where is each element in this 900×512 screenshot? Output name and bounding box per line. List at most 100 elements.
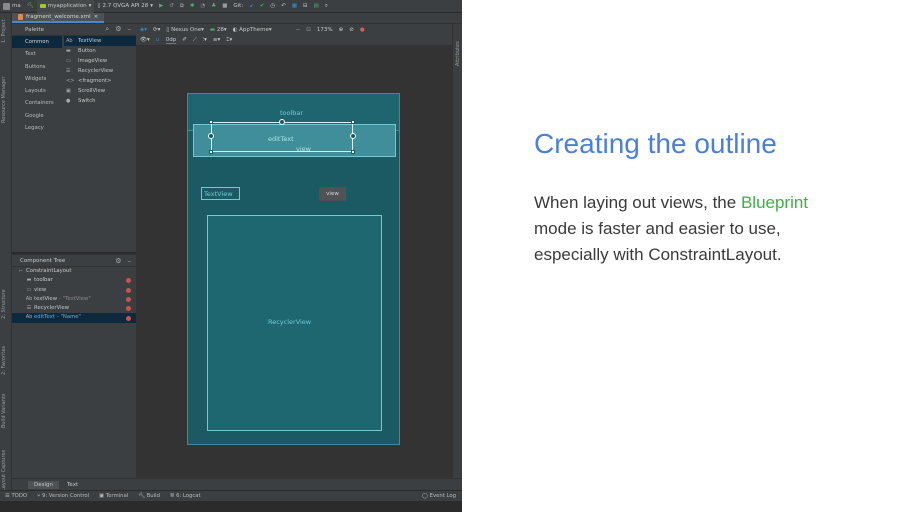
resize-handle[interactable] [351,150,355,154]
gear-icon[interactable]: ⚙ [115,257,121,265]
avd-manager-button[interactable]: ▤ [311,0,322,13]
autoconnect-icon[interactable]: ∪ [156,37,160,43]
palette-category-containers[interactable]: Containers [12,97,62,109]
version-control-tool-button[interactable]: ⑂ 9: Version Control [37,493,89,499]
palette-category-layouts[interactable]: Layouts [12,85,62,97]
search-icon[interactable]: ⌕ [105,25,109,34]
git-revert-button[interactable]: ↶ [278,0,289,13]
palette-item[interactable]: ▣ ScrollView [64,86,136,96]
zoom-in-button[interactable]: ⊕ [339,27,344,33]
project-breadcrumb[interactable]: ma [0,0,24,13]
error-icon[interactable] [126,297,131,303]
git-history-button[interactable]: ◷ [267,0,278,13]
palette-item[interactable]: <> <fragment> [64,76,136,86]
palette-item[interactable]: ● Switch [64,96,136,106]
sdk-manager-button[interactable]: ⊟ [300,0,311,13]
git-commit-button[interactable]: ✔ [257,0,268,13]
search-everywhere-button[interactable]: ⌕ [322,0,331,13]
error-icon[interactable] [126,278,131,284]
default-margin-field[interactable]: 0dp [165,37,177,44]
constraint-anchor-left[interactable] [208,133,214,139]
resize-handle[interactable] [209,120,213,124]
design-surface-button[interactable]: ◈▾ [140,27,147,33]
hammer-button[interactable]: 🔨︎ [24,0,37,13]
minimize-icon[interactable]: – [128,257,132,265]
component-hint: - "Name" [56,314,81,321]
resize-handle[interactable] [209,150,213,154]
attach-button[interactable]: ♣ [208,0,219,13]
error-icon[interactable] [126,315,131,321]
close-icon[interactable]: × [94,14,99,20]
gear-icon[interactable]: ⚙ [115,25,121,34]
constraint-anchor-right[interactable] [350,133,356,139]
terminal-tool-button[interactable]: ▣ Terminal [99,493,128,499]
blueprint-textview[interactable]: TextView [201,187,240,200]
logcat-tool-button[interactable]: ≣ 6: Logcat [170,493,201,499]
palette-items: Ab TextView ▬ Button ▭ ImageView ☰ RecyclerView… [64,36,136,106]
palette-category-widgets[interactable]: Widgets [12,73,62,85]
constraint-anchor-top[interactable] [279,119,285,125]
component-tree-node[interactable]: ▭ view [12,286,136,295]
palette-category-common[interactable]: Common [12,36,62,49]
component-tree-node[interactable]: Ab textView - "TextView" [12,295,136,304]
profile-button[interactable]: ◔ [197,0,208,13]
error-icon[interactable]: ● [360,27,365,33]
component-tree-node[interactable]: ☰ RecyclerView [12,304,136,313]
zoom-actual-button[interactable]: ⊘ [349,27,354,33]
editor-tab-fragment-welcome[interactable]: fragment_welcome.xml × [12,13,105,23]
project-structure-button[interactable]: ▦ [289,0,300,13]
component-tree-node[interactable]: Ab editText - "Name" [12,313,136,323]
clear-constraints-icon[interactable]: ✐ [182,37,187,43]
error-icon[interactable] [126,287,131,293]
build-variants-tool-button[interactable]: Build Variants [1,394,7,428]
component-tree-node[interactable]: ⌐ ConstraintLayout [12,267,136,276]
todo-tool-button[interactable]: ☰ TODO [5,493,27,499]
stop-button[interactable]: ■ [219,0,230,13]
palette-category-legacy[interactable]: Legacy [12,122,62,134]
palette-categories: Common Text Buttons Widgets Layouts Container… [12,36,62,134]
guidelines-icon[interactable]: ⌶▾ [226,37,232,44]
git-update-button[interactable]: ↙ [246,0,257,13]
error-icon[interactable] [126,306,131,312]
palette-item[interactable]: ☰ RecyclerView [64,66,136,76]
resize-handle[interactable] [351,120,355,124]
resource-manager-tool-button[interactable]: Resource Manager [1,77,7,123]
zoom-out-button[interactable]: − [296,27,301,33]
favorites-tool-button[interactable]: 2: Favorites [1,346,7,375]
view-options-button[interactable]: 👁︎▾ [140,37,150,43]
event-log-button[interactable]: ◯ Event Log [422,493,462,499]
infer-constraints-icon[interactable]: ⟋ [193,37,197,44]
project-tool-button[interactable]: 1: Project [1,19,7,43]
palette-category-text[interactable]: Text [12,48,62,60]
tab-design[interactable]: Design [28,480,59,489]
bug-button[interactable]: ✱ [187,0,198,13]
tab-text[interactable]: Text [61,481,84,489]
debug-button[interactable]: ↺ [166,0,177,13]
palette-item[interactable]: Ab TextView [64,36,136,46]
blueprint-recyclerview[interactable]: RecyclerView [207,215,382,431]
palette-category-buttons[interactable]: Buttons [12,61,62,73]
theme-selector-button[interactable]: ◐ AppTheme▾ [233,27,272,33]
module-selector[interactable]: myapplication ▾ [36,0,95,13]
palette-item[interactable]: ▭ ImageView [64,56,136,66]
api-selector-button[interactable]: ▬ 28▾ [210,27,227,33]
component-tree-node[interactable]: ▬ toolbar [12,276,136,285]
build-tool-button[interactable]: 🔨︎ Build [138,493,160,499]
palette-item-label: Switch [78,98,96,104]
apply-changes-button[interactable]: ⧉ [177,0,187,13]
attributes-tool-button[interactable]: Attributes [455,41,461,66]
device-selector-button[interactable]: ▯ Nexus One▾ [166,27,204,33]
device-selector[interactable]: ▯ 2.7 QVGA API 28 ▾ [94,0,156,13]
palette-item[interactable]: ▬ Button [64,46,136,56]
palette-category-google[interactable]: Google [12,110,62,122]
zoom-fit-icon[interactable]: ⊡ [306,27,311,33]
structure-tool-button[interactable]: 2: Structure [1,289,7,319]
minimize-icon[interactable]: – [128,25,132,34]
run-button[interactable]: ▶ [156,0,166,13]
orientation-button[interactable]: ⟳▾ [153,27,160,33]
align-icon[interactable]: ≡▾ [213,37,220,43]
layout-captures-tool-button[interactable]: Layout Captures [1,450,7,491]
pack-icon[interactable]: ⫶▾ [203,37,207,44]
blueprint-selected-view[interactable] [208,119,356,154]
blueprint-screen[interactable]: toolbar editText view view TextView Recy… [187,93,400,445]
